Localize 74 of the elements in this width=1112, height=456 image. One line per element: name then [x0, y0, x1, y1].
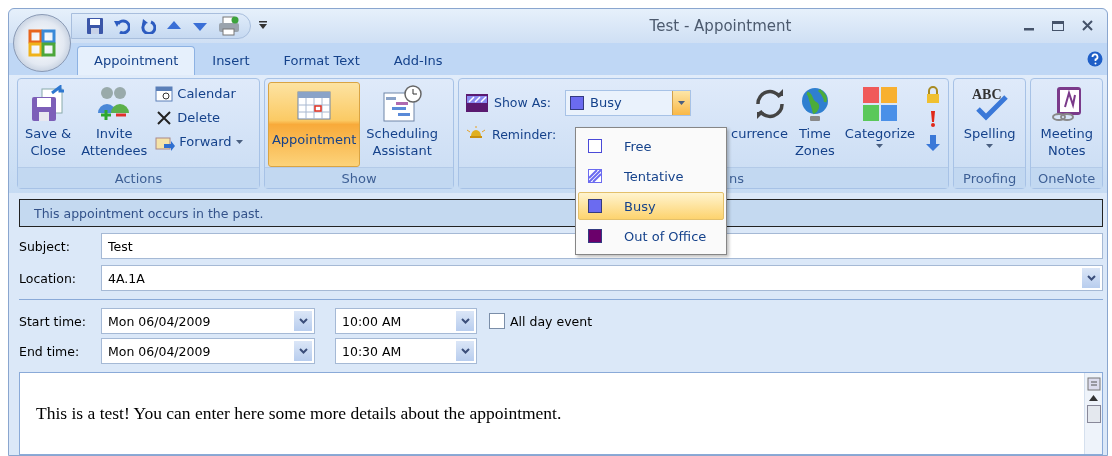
scheduling-assistant-button[interactable]: Scheduling Assistant — [362, 81, 443, 167]
checkbox[interactable] — [489, 313, 505, 329]
time-field[interactable]: 10:30 AM — [335, 338, 477, 364]
group-label: Actions — [18, 167, 259, 188]
menu-item[interactable]: Free — [578, 132, 724, 160]
date-field[interactable]: Mon 06/04/2009 — [101, 338, 315, 364]
scrollbar[interactable] — [1084, 373, 1102, 454]
down-arrow-icon[interactable] — [924, 133, 941, 152]
notes-text: This is a test! You can enter here some more details about the appointment. — [35, 402, 563, 425]
field-label: Location: — [19, 270, 78, 286]
squares-logo-icon — [27, 28, 57, 58]
show-as-icon — [466, 93, 488, 112]
recurrence-button[interactable]: currence — [730, 81, 789, 167]
location-field[interactable]: 4A.1A — [101, 265, 1103, 291]
chevron-down-icon — [298, 318, 308, 324]
help-icon[interactable] — [1087, 50, 1103, 67]
group-label: OneNote — [1031, 167, 1102, 188]
floppy-disk-icon — [30, 84, 67, 123]
dropdown-button[interactable] — [456, 341, 474, 361]
scroll-up-icon[interactable] — [1089, 395, 1098, 401]
invite-attendees-button[interactable]: Invite Attendees — [77, 81, 152, 167]
dropdown-button[interactable] — [294, 341, 312, 361]
lock-icon[interactable] — [924, 85, 941, 104]
caret-icon — [678, 100, 685, 105]
reminder-label: Reminder: — [492, 127, 557, 143]
print-icon[interactable] — [218, 15, 240, 36]
undo-icon[interactable] — [114, 17, 130, 34]
caret-icon — [986, 143, 994, 148]
delete-button[interactable]: Delete — [153, 107, 245, 128]
ribbon-tab[interactable]: Appointment — [77, 45, 196, 75]
scroll-thumb[interactable] — [1086, 405, 1101, 423]
ribbon-tab[interactable]: Format Text — [266, 45, 377, 75]
date-field[interactable]: Mon 06/04/2009 — [101, 308, 315, 334]
customize-icon[interactable] — [259, 21, 267, 31]
window-title: Test - Appointment — [648, 16, 793, 35]
group-label: Show — [264, 167, 453, 188]
time-zones-button[interactable]: Time Zones — [790, 81, 839, 167]
maximize-icon[interactable] — [1052, 20, 1064, 31]
chevron-down-icon — [460, 348, 470, 354]
save-icon[interactable] — [86, 16, 104, 35]
up-arrow-icon[interactable] — [166, 19, 182, 32]
close-icon[interactable] — [1082, 20, 1093, 32]
x-icon — [155, 108, 174, 127]
categorize-button[interactable]: Categorize — [840, 81, 919, 167]
ribbon-tab[interactable]: Insert — [195, 45, 267, 75]
group-label: Proofing — [953, 167, 1026, 188]
field-label: End time: — [19, 343, 81, 359]
field-label: Start time: — [19, 313, 87, 329]
chevron-down-icon — [1086, 275, 1096, 281]
show-as-dropdown[interactable]: Busy — [565, 89, 691, 116]
menu-item[interactable]: Busy — [578, 192, 724, 220]
calendar-icon — [155, 84, 174, 103]
dropdown-button[interactable] — [1082, 268, 1100, 288]
meeting-notes-button[interactable]: Meeting Notes — [1036, 81, 1097, 167]
schedule-clock-icon — [382, 84, 423, 123]
ribbon-tab[interactable]: Add-Ins — [376, 45, 460, 75]
dropdown-button[interactable] — [294, 311, 312, 331]
forward-button[interactable]: Forward — [153, 131, 245, 152]
appointment-button[interactable]: Appointment — [267, 81, 361, 167]
checkbox-label: All day event — [510, 313, 593, 329]
calendar-button[interactable]: Calendar — [153, 83, 245, 104]
chevron-down-icon — [460, 318, 470, 324]
save-close-button[interactable]: Save & Close — [21, 81, 76, 167]
dropdown-button[interactable] — [456, 311, 474, 331]
show-as-label: Show As: — [494, 95, 551, 111]
calendar-icon — [296, 88, 333, 121]
chevron-down-icon — [298, 348, 308, 354]
caret-icon — [235, 139, 243, 144]
field-label: Subject: — [19, 238, 71, 254]
spelling-button[interactable]: ABC Spelling — [959, 81, 1020, 167]
color-squares-icon — [861, 84, 898, 123]
caret-icon — [876, 143, 884, 148]
redo-icon[interactable] — [140, 17, 156, 34]
time-field[interactable]: 10:00 AM — [335, 308, 477, 334]
